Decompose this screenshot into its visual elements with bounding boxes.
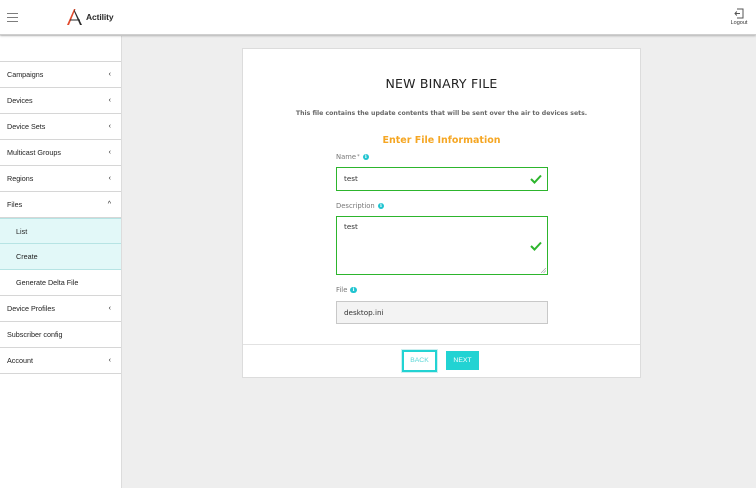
resize-handle-icon[interactable] xyxy=(541,268,546,273)
sidebar-item-label: Campaigns xyxy=(7,70,44,79)
chevron-left-icon: ‹ xyxy=(108,149,111,156)
chevron-left-icon: ‹ xyxy=(108,357,111,364)
sidebar-subitem-generate-delta-file[interactable]: Generate Delta File xyxy=(0,270,121,296)
sidebar-item-subscriber-config[interactable]: Subscriber config xyxy=(0,322,121,348)
chevron-left-icon: ‹ xyxy=(108,175,111,182)
file-label: File i xyxy=(336,286,357,294)
sidebar-subitem-create[interactable]: Create xyxy=(0,244,121,270)
page-subtitle: This file contains the update contents t… xyxy=(295,110,588,117)
section-title: Enter File Information xyxy=(382,135,501,146)
chevron-left-icon: ‹ xyxy=(108,97,111,104)
sidebar-item-multicast-groups[interactable]: Multicast Groups ‹ xyxy=(0,140,121,166)
info-icon[interactable]: i xyxy=(377,202,385,210)
required-mark: * xyxy=(357,154,360,160)
name-input[interactable]: test xyxy=(336,167,548,191)
description-label: Description i xyxy=(336,202,385,210)
chevron-left-icon: ‹ xyxy=(108,71,111,78)
hamburger-menu-icon[interactable] xyxy=(7,13,18,22)
file-input[interactable]: desktop.ini xyxy=(336,301,548,324)
chevron-left-icon: ‹ xyxy=(108,123,111,130)
info-icon[interactable]: i xyxy=(362,153,370,161)
sidebar-item-label: Subscriber config xyxy=(7,330,63,339)
sidebar-subitem-label: Generate Delta File xyxy=(16,278,79,287)
sidebar: Campaigns ‹ Devices ‹ Device Sets ‹ Mult… xyxy=(0,36,122,488)
page-title: NEW BINARY FILE xyxy=(385,76,498,91)
name-label: Name * i xyxy=(336,153,370,161)
description-textarea[interactable]: test xyxy=(336,216,548,275)
actility-logo-icon xyxy=(67,9,82,25)
new-binary-file-card: NEW BINARY FILE This file contains the u… xyxy=(242,48,641,378)
name-input-value: test xyxy=(344,174,358,183)
sidebar-item-device-profiles[interactable]: Device Profiles ‹ xyxy=(0,296,121,322)
next-button[interactable]: NEXT xyxy=(446,351,479,370)
brand-name: Actility xyxy=(86,12,114,22)
top-bar: Actility Logout xyxy=(0,0,756,35)
sidebar-item-label: Files xyxy=(7,200,23,209)
sidebar-subitem-label: List xyxy=(16,226,28,236)
logout-label: Logout xyxy=(730,20,748,26)
divider xyxy=(243,344,640,345)
sidebar-item-label: Device Sets xyxy=(7,122,46,131)
logout-button[interactable]: Logout xyxy=(725,8,753,26)
sidebar-item-label: Device Profiles xyxy=(7,304,55,313)
description-value: test xyxy=(344,222,358,231)
description-label-text: Description xyxy=(336,202,375,210)
sidebar-item-device-sets[interactable]: Device Sets ‹ xyxy=(0,114,121,140)
checkmark-icon xyxy=(530,174,542,184)
chevron-left-icon: ‹ xyxy=(108,305,111,312)
sidebar-item-campaigns[interactable]: Campaigns ‹ xyxy=(0,62,121,88)
chevron-up-icon: ^ xyxy=(107,201,111,208)
sidebar-subitem-list[interactable]: List xyxy=(0,218,121,244)
sidebar-item-account[interactable]: Account ‹ xyxy=(0,348,121,374)
name-label-text: Name xyxy=(336,153,357,161)
logout-icon xyxy=(734,8,744,19)
info-icon[interactable]: i xyxy=(350,286,357,294)
sidebar-item-label: Multicast Groups xyxy=(7,148,61,157)
file-input-value: desktop.ini xyxy=(344,308,384,317)
checkmark-icon xyxy=(530,241,542,251)
file-label-text: File xyxy=(336,286,348,294)
sidebar-item-regions[interactable]: Regions ‹ xyxy=(0,166,121,192)
sidebar-item-label: Devices xyxy=(7,96,33,105)
sidebar-item-label: Account xyxy=(7,356,33,365)
sidebar-item-label: Regions xyxy=(7,174,34,183)
sidebar-subitem-label: Create xyxy=(16,252,38,261)
back-button[interactable]: BACK xyxy=(402,350,437,372)
actility-logo[interactable]: Actility xyxy=(66,8,114,26)
sidebar-item-files[interactable]: Files ^ xyxy=(0,192,121,218)
sidebar-item-devices[interactable]: Devices ‹ xyxy=(0,88,121,114)
sidebar-spacer xyxy=(0,36,121,62)
